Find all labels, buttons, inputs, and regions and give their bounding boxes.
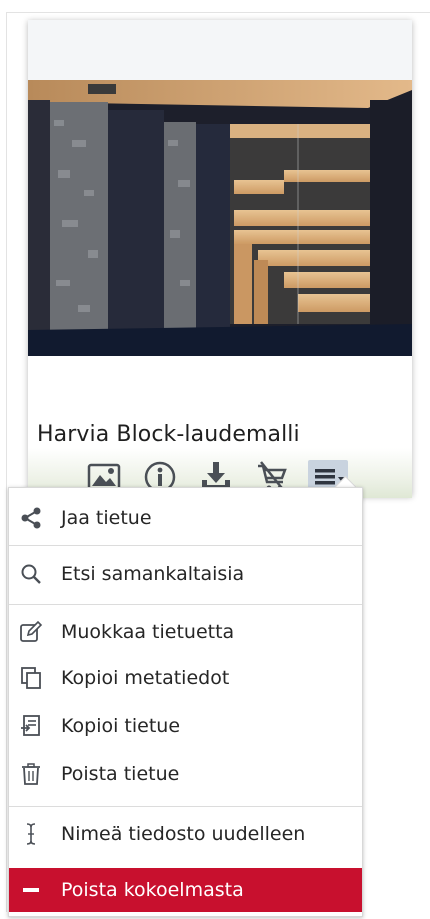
menu-item-rename-file[interactable]: Nimeä tiedosto uudelleen [9, 812, 362, 856]
menu-item-label: Kopioi tietue [61, 715, 181, 737]
rename-cursor-icon [19, 822, 43, 846]
actions-menu: Jaa tietue Etsi samankaltaisia Muokkaa t… [8, 487, 363, 917]
trash-icon [19, 762, 43, 786]
frame-left-border [6, 12, 7, 912]
frame-top-border [6, 12, 430, 13]
menu-item-label: Jaa tietue [61, 507, 152, 529]
menu-item-label: Poista kokoelmasta [61, 879, 244, 901]
menu-item-copy-record[interactable]: Kopioi tietue [9, 704, 362, 748]
menu-divider [9, 604, 362, 605]
asset-card[interactable]: Harvia Block-laudemalli [28, 20, 412, 498]
menu-item-label: Etsi samankaltaisia [61, 563, 245, 585]
menu-item-label: Muokkaa tietuetta [61, 621, 235, 643]
menu-item-label: Poista tietue [61, 763, 180, 785]
menu-divider [9, 545, 362, 546]
menu-item-find-similar[interactable]: Etsi samankaltaisia [9, 552, 362, 596]
menu-item-remove-from-collection[interactable]: Poista kokoelmasta [9, 868, 362, 912]
search-icon [19, 562, 43, 586]
copy-record-icon [19, 714, 43, 738]
card-caption: Harvia Block-laudemalli [28, 356, 412, 498]
menu-item-delete-record[interactable]: Poista tietue [9, 752, 362, 796]
minus-icon [19, 878, 43, 902]
menu-item-label: Nimeä tiedosto uudelleen [61, 823, 306, 845]
card-title[interactable]: Harvia Block-laudemalli [37, 422, 300, 447]
share-icon [19, 506, 43, 530]
asset-thumbnail[interactable] [28, 80, 412, 356]
copy-icon [19, 666, 43, 690]
menu-item-edit-record[interactable]: Muokkaa tietuetta [9, 610, 362, 654]
menu-item-label: Kopioi metatiedot [61, 667, 230, 689]
menu-item-copy-metadata[interactable]: Kopioi metatiedot [9, 656, 362, 700]
menu-divider [9, 806, 362, 807]
menu-item-share-record[interactable]: Jaa tietue [9, 496, 362, 540]
edit-icon [19, 620, 43, 644]
